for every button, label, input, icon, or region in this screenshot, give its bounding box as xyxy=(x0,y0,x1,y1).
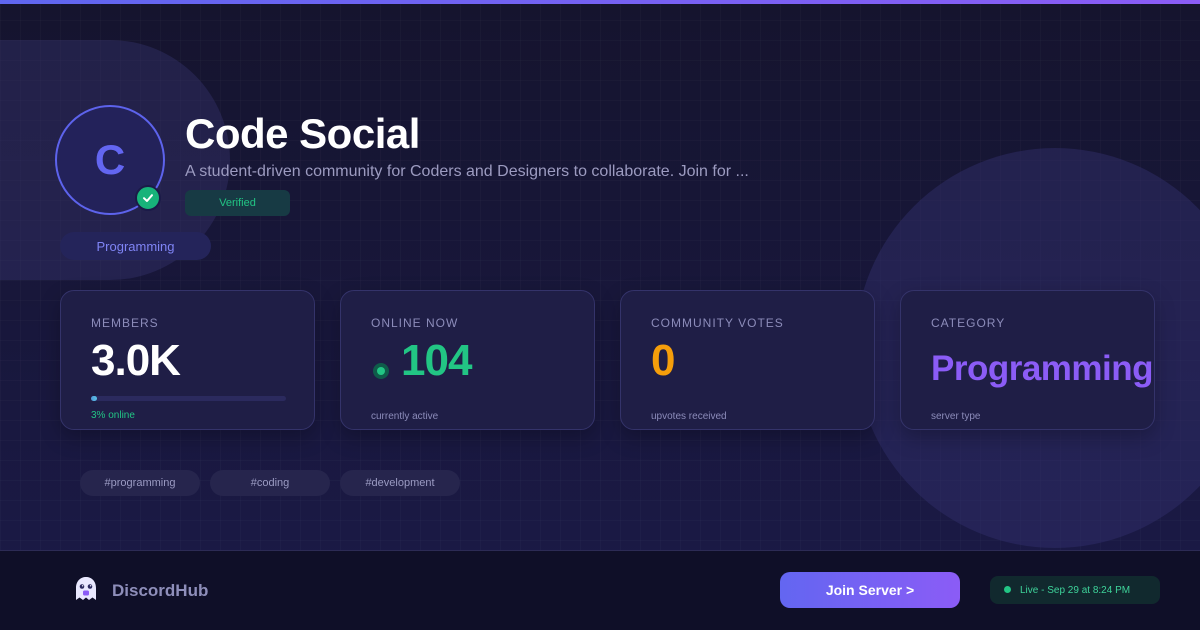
votes-sub: upvotes received xyxy=(651,411,727,422)
category-card: CATEGORY Programming server type xyxy=(900,290,1155,430)
tag-coding[interactable]: #coding xyxy=(210,470,330,496)
live-status-badge: Live - Sep 29 at 8:24 PM xyxy=(990,576,1160,604)
online-label: ONLINE NOW xyxy=(371,316,459,330)
join-server-button[interactable]: Join Server > xyxy=(780,572,960,608)
online-sub: currently active xyxy=(371,411,439,422)
votes-label: COMMUNITY VOTES xyxy=(651,316,784,330)
votes-card: COMMUNITY VOTES 0 upvotes received xyxy=(620,290,875,430)
online-progress-bar xyxy=(91,396,286,401)
avatar-letter: C xyxy=(94,136,126,183)
members-card: MEMBERS 3.0K 3% online xyxy=(60,290,315,430)
live-dot-icon xyxy=(1004,585,1011,593)
members-sub: 3% online xyxy=(91,410,135,421)
online-card: ONLINE NOW 104 currently active xyxy=(340,290,595,430)
live-timestamp: Live - Sep 29 at 8:24 PM xyxy=(1020,584,1131,596)
category-sub: server type xyxy=(931,411,981,422)
tag-development[interactable]: #development xyxy=(340,470,460,496)
online-progress-fill xyxy=(91,396,97,401)
server-name: Code Social xyxy=(185,110,420,157)
brand-name[interactable]: DiscordHub xyxy=(112,581,208,601)
online-value: 104 xyxy=(401,336,472,385)
status-dot-icon xyxy=(373,363,389,379)
verified-badge: Verified xyxy=(185,190,290,216)
category-label: CATEGORY xyxy=(931,316,1006,330)
server-description: A student-driven community for Coders an… xyxy=(185,163,749,180)
ghost-mascot-icon xyxy=(71,574,101,604)
tag-programming[interactable]: #programming xyxy=(80,470,200,496)
members-label: MEMBERS xyxy=(91,316,159,330)
votes-value: 0 xyxy=(651,336,676,385)
accent-strip xyxy=(0,0,1200,4)
category-value: Programming xyxy=(931,349,1154,388)
check-icon xyxy=(135,185,161,211)
members-value: 3.0K xyxy=(91,336,181,385)
category-pill[interactable]: Programming xyxy=(60,232,211,260)
server-card: C Code Social A student-driven community… xyxy=(0,0,1200,630)
